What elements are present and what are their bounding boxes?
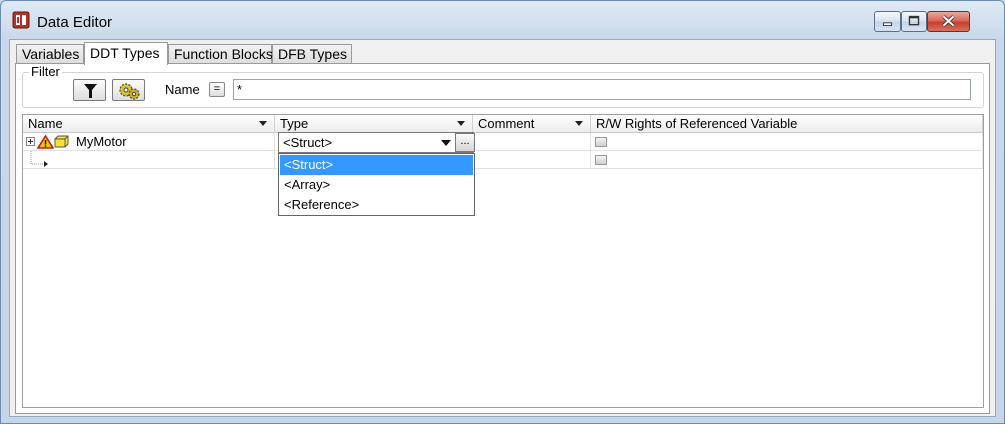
title-bar[interactable]: Data Editor (1, 1, 1004, 39)
app-icon (12, 11, 30, 29)
filter-group: Filter Name = (22, 64, 984, 108)
new-row-arrow-icon (30, 151, 48, 167)
column-header-label: Comment (478, 116, 535, 131)
row-name: MyMotor (76, 134, 127, 149)
close-button[interactable] (927, 11, 970, 32)
comment-cell[interactable] (473, 133, 591, 151)
ddt-structure-icon (54, 135, 69, 148)
tab-function-blocks[interactable]: Function Blocks (168, 44, 273, 64)
window-title: Data Editor (37, 14, 113, 31)
tab-ddt-types[interactable]: DDT Types (84, 42, 168, 65)
column-header-type[interactable]: Type (275, 115, 473, 133)
comment-cell[interactable] (473, 151, 591, 169)
name-operator-button[interactable]: = (209, 82, 225, 97)
close-icon (942, 15, 955, 27)
data-editor-window: Data Editor Variables DDT Types Function… (0, 0, 1005, 424)
column-header-rw-rights[interactable]: R/W Rights of Referenced Variable (591, 115, 983, 133)
tab-dfb-types[interactable]: DFB Types (272, 44, 352, 64)
dropdown-option-array[interactable]: <Array> (280, 175, 473, 195)
type-dropdown-list: <Struct> <Array> <Reference> (278, 153, 475, 216)
filter-settings-button[interactable] (112, 79, 145, 101)
column-header-label: R/W Rights of Referenced Variable (596, 116, 798, 131)
rw-rights-checkbox[interactable] (595, 137, 607, 147)
rw-rights-checkbox[interactable] (595, 155, 607, 165)
gear-icon (119, 83, 140, 100)
type-combo-box[interactable]: <Struct> (278, 132, 474, 153)
name-filter-input[interactable] (233, 79, 971, 100)
sort-arrow-icon[interactable] (259, 121, 267, 126)
table-row[interactable]: MyMotor (23, 133, 983, 151)
sort-arrow-icon[interactable] (575, 121, 583, 126)
column-header-comment[interactable]: Comment (473, 115, 591, 133)
expand-plus-icon[interactable] (26, 137, 35, 146)
name-cell[interactable]: MyMotor (23, 133, 275, 151)
name-filter-label: Name (165, 82, 200, 97)
editor-client-area: Variables DDT Types Function Blocks DFB … (9, 39, 996, 417)
apply-filter-button[interactable] (73, 79, 106, 101)
maximize-button[interactable] (901, 11, 927, 32)
column-header-label: Type (280, 116, 309, 131)
ddt-types-grid: Name Type Comment R/W Rights of Referenc… (22, 114, 984, 408)
tab-variables[interactable]: Variables (16, 44, 84, 64)
rw-rights-cell[interactable] (591, 151, 983, 169)
new-entry-row[interactable] (23, 151, 983, 169)
dropdown-arrow-icon[interactable] (441, 140, 451, 146)
name-cell[interactable] (23, 151, 275, 169)
column-header-name[interactable]: Name (23, 115, 275, 133)
sort-arrow-icon[interactable] (457, 121, 465, 126)
dropdown-option-reference[interactable]: <Reference> (280, 195, 473, 215)
minimize-button[interactable] (874, 11, 901, 32)
filter-funnel-icon (84, 84, 97, 98)
type-browse-button[interactable]: ... (455, 133, 475, 152)
column-header-label: Name (28, 116, 63, 131)
minimize-icon (882, 22, 893, 27)
filter-legend: Filter (29, 64, 62, 79)
type-combo-value: <Struct> (283, 135, 333, 150)
maximize-icon (908, 15, 920, 26)
dropdown-option-struct[interactable]: <Struct> (280, 155, 473, 175)
warning-icon (37, 135, 54, 149)
rw-rights-cell[interactable] (591, 133, 983, 151)
ddt-types-page: Filter Name = * Name Type Comment R/W Ri… (15, 63, 990, 414)
